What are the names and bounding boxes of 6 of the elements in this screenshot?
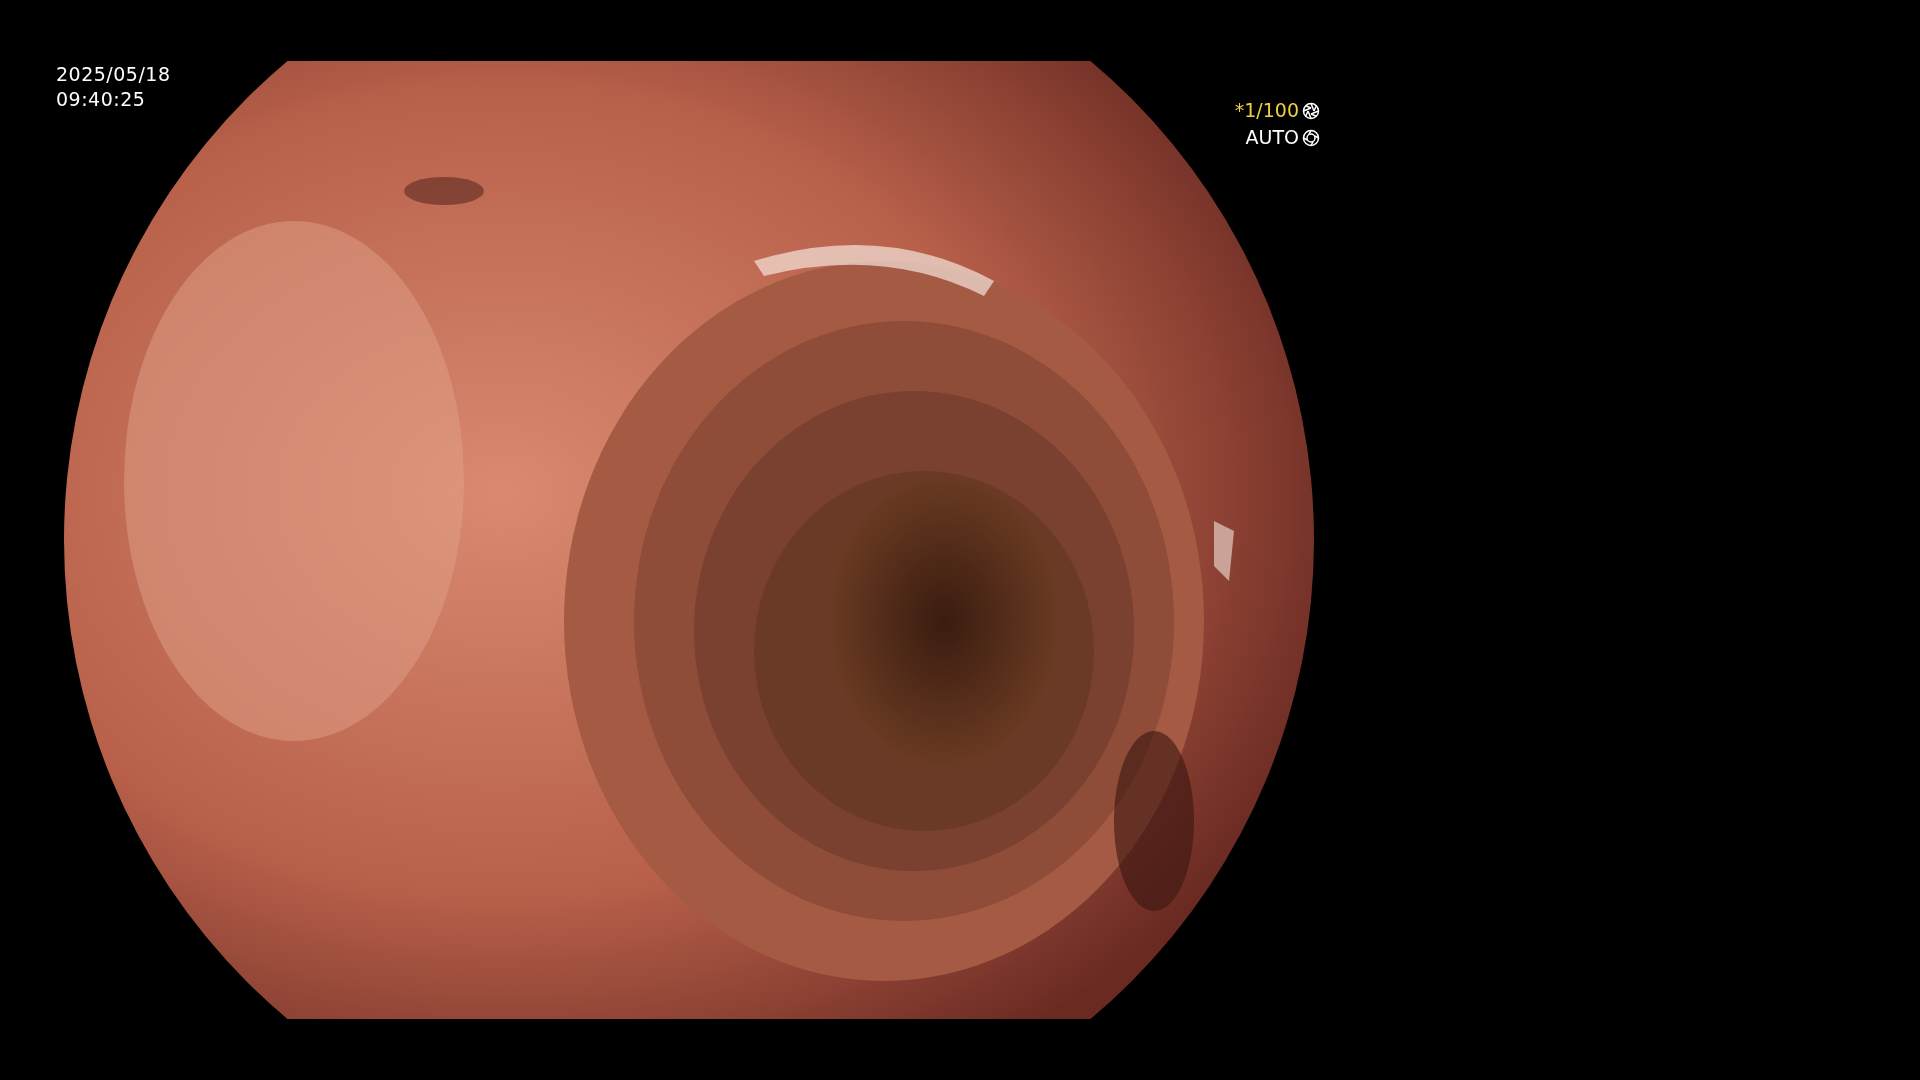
shutter-speed-text: *1/100 [1234, 99, 1299, 122]
time-text: 09:40:25 [56, 88, 147, 111]
aperture-icon [1302, 128, 1320, 147]
exposure-mode-text: AUTO [1245, 126, 1299, 149]
aperture-icon [1302, 101, 1320, 120]
date-text: 2025/05/18 [56, 63, 171, 86]
